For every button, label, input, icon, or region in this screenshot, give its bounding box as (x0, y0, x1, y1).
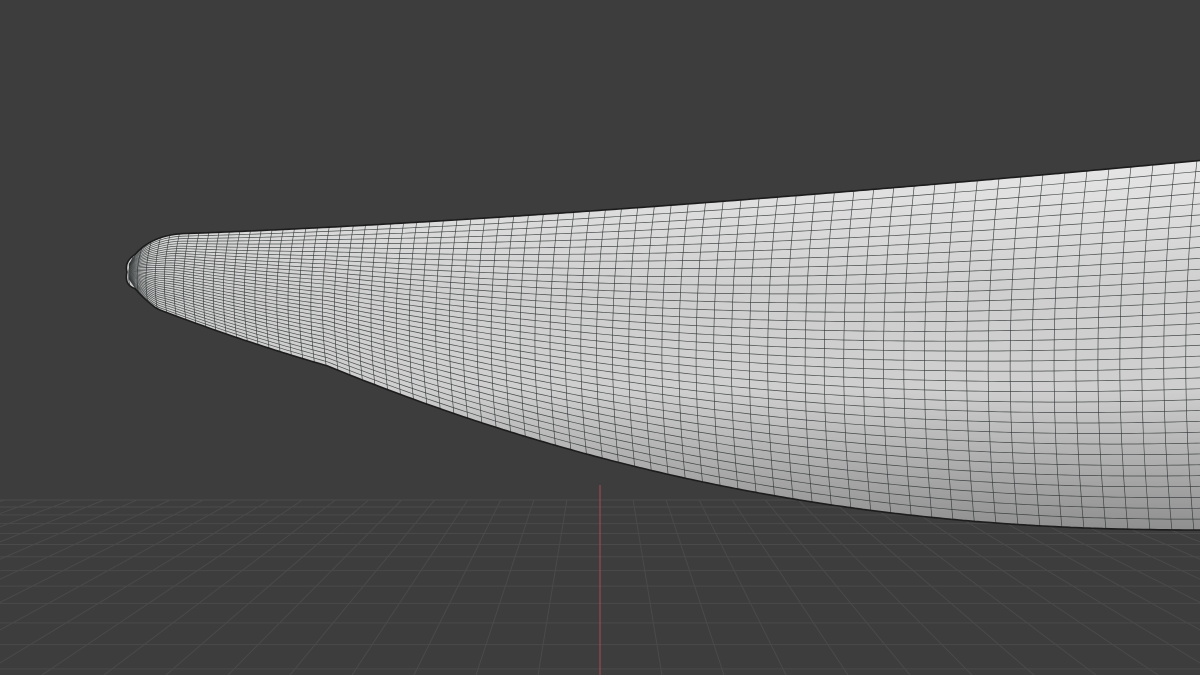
3d-viewport[interactable] (0, 0, 1200, 675)
viewport-scene[interactable] (0, 0, 1200, 675)
